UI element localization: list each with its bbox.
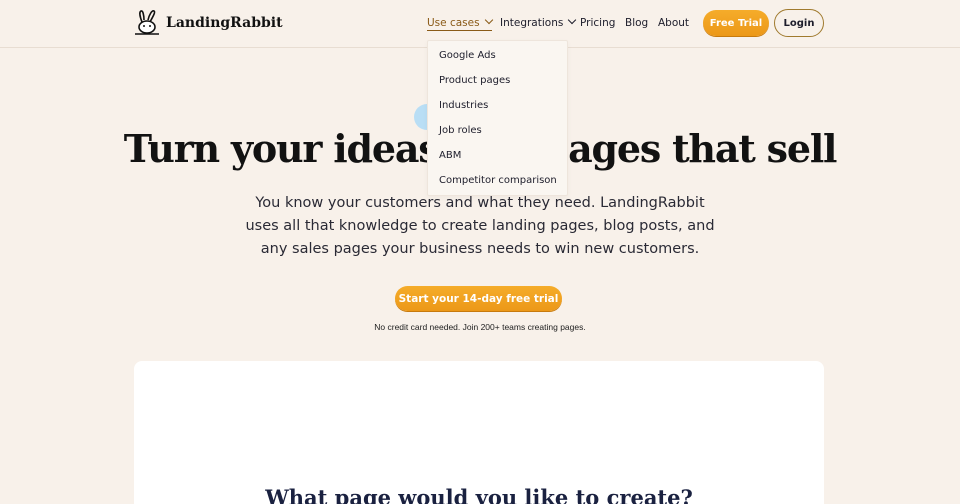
brand-name: LandingRabbit [166,15,283,31]
nav-use-cases[interactable]: Use cases [427,15,493,31]
page-type-card: What page would you like to create? [134,361,824,504]
nav-about[interactable]: About [658,16,689,30]
chevron-down-icon [568,15,577,25]
dropdown-item-google-ads[interactable]: Google Ads [439,49,496,62]
cta-note: No credit card needed. Join 200+ teams c… [374,322,586,332]
nav-pricing[interactable]: Pricing [580,16,615,30]
start-trial-button[interactable]: Start your 14-day free trial [395,286,562,311]
chevron-down-icon [484,15,493,25]
brand-logo[interactable]: LandingRabbit [134,9,283,37]
free-trial-button[interactable]: Free Trial [703,10,769,36]
hero-subtitle: You know your customers and what they ne… [245,195,715,257]
nav-integrations[interactable]: Integrations [500,15,577,30]
login-button[interactable]: Login [774,9,824,37]
use-cases-dropdown: Google Ads Product pages Industries Job … [427,40,568,196]
nav-blog[interactable]: Blog [625,16,648,30]
dropdown-item-product-pages[interactable]: Product pages [439,74,510,87]
dropdown-item-abm[interactable]: ABM [439,149,461,162]
dropdown-item-competitor-comparison[interactable]: Competitor comparison [439,174,557,187]
dropdown-item-industries[interactable]: Industries [439,99,488,112]
card-title: What page would you like to create? [265,485,693,504]
rabbit-icon [135,10,159,35]
dropdown-item-job-roles[interactable]: Job roles [439,124,482,137]
